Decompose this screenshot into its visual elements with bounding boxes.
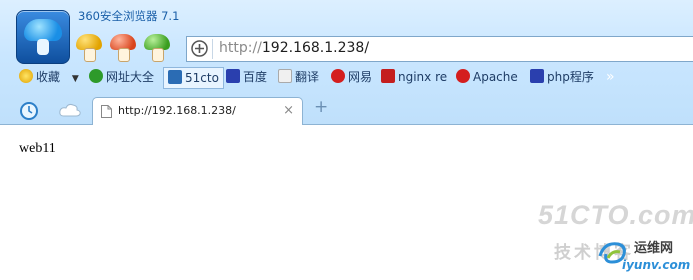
bookmark-item[interactable]: 百度 [226, 67, 267, 87]
bookmark-label: 翻译 [295, 70, 320, 84]
baidu-paw-icon [530, 69, 544, 83]
bookmark-item[interactable]: 翻译 [278, 67, 319, 87]
mushroom-icon[interactable] [144, 34, 170, 62]
netease-icon [331, 69, 345, 83]
shield-icon[interactable] [191, 40, 208, 57]
watermark-site: 51CTO.com [538, 200, 693, 230]
close-icon[interactable]: × [283, 103, 294, 118]
alarm-icon[interactable] [18, 99, 40, 121]
bookmark-label: nginx re [398, 70, 448, 84]
mushroom-icon[interactable] [110, 34, 136, 62]
page-text: web11 [19, 141, 56, 156]
url-rest: 192.168.1.238/ [261, 40, 370, 56]
translate-icon [278, 69, 292, 83]
mushroom-icon[interactable] [76, 34, 102, 62]
globe-icon [89, 69, 103, 83]
netease-icon [456, 69, 470, 83]
url-protocol: http:// [219, 40, 262, 56]
favorites-label: 收藏 [36, 70, 61, 84]
bookmark-item[interactable]: 网易 [331, 67, 372, 87]
bookmark-label: 网址大全 [106, 70, 155, 84]
star-icon [19, 69, 33, 83]
address-separator [212, 39, 213, 59]
watermark-domain: iyunv.com [622, 258, 691, 272]
cloud-icon[interactable] [58, 101, 82, 119]
tab-active[interactable]: http://192.168.1.238/ × [92, 97, 303, 126]
site-icon [168, 70, 182, 84]
bookmarks-bar: 收藏 ▼ 网址大全 51cto 百度 翻译 网易 nginx re Apache… [0, 65, 693, 89]
bookmark-item[interactable]: 51cto [163, 67, 224, 89]
bookmark-item[interactable]: 网址大全 [89, 67, 154, 87]
browser-logo[interactable] [16, 10, 70, 64]
browser-chrome: 360安全浏览器 7.1 http://192.168.1.238/ 收藏 ▼ … [0, 0, 693, 126]
window-title: 360安全浏览器 7.1 [78, 9, 180, 23]
baidu-paw-icon [226, 69, 240, 83]
bookmark-favorites[interactable]: 收藏 ▼ [19, 67, 79, 87]
bookmark-overflow-button[interactable]: » [606, 67, 615, 87]
bookmark-label: 网易 [348, 70, 373, 84]
logo-stem-icon [37, 39, 49, 55]
address-bar[interactable]: http://192.168.1.238/ [186, 36, 693, 62]
logo-cap-icon [24, 19, 62, 41]
bookmark-item[interactable]: nginx re [381, 67, 447, 87]
bookmark-item[interactable]: Apache [456, 67, 518, 87]
page-icon [101, 105, 112, 118]
chevron-down-icon[interactable]: ▼ [72, 74, 79, 84]
bookmark-label: Apache [473, 70, 518, 84]
tab-strip: http://192.168.1.238/ × + [0, 95, 693, 126]
tab-title: http://192.168.1.238/ [118, 104, 236, 117]
new-tab-button[interactable]: + [314, 97, 328, 117]
address-text[interactable]: http://192.168.1.238/ [219, 40, 369, 56]
bookmark-label: 51cto [185, 71, 219, 85]
bookmark-label: php程序 [547, 70, 594, 84]
bookmark-item[interactable]: php程序 [530, 67, 594, 87]
c-icon [381, 69, 395, 83]
bookmark-label: 百度 [243, 70, 268, 84]
watermark-net: 运维网 [634, 241, 674, 256]
